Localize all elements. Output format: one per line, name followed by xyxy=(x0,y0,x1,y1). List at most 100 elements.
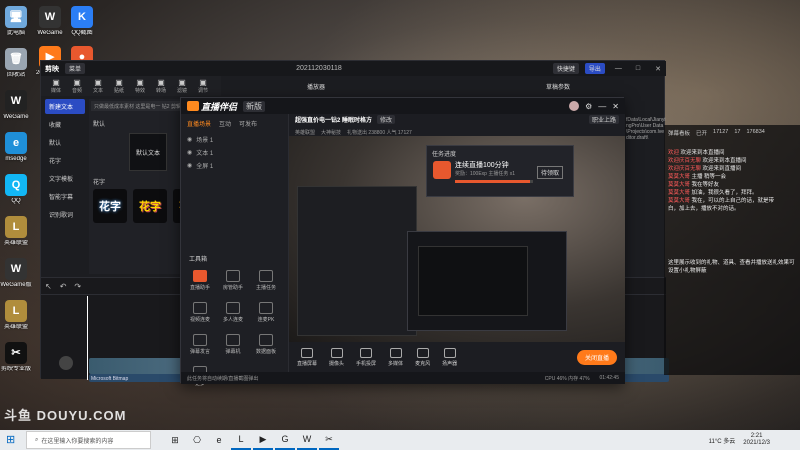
toolbar-tab-音频[interactable]: ▣ 音频 xyxy=(68,78,86,94)
close-icon[interactable]: ✕ xyxy=(650,65,666,73)
taskbar-app-icon[interactable]: W xyxy=(297,430,317,450)
tool-icon xyxy=(259,270,273,282)
tool-item[interactable]: 弹幕发言 xyxy=(187,334,213,355)
tool-item[interactable]: 直播助手 xyxy=(187,270,213,291)
taskbar-app-icon[interactable]: G xyxy=(275,430,295,450)
scene-item[interactable]: ◉ 场景 1 xyxy=(181,133,288,146)
app-icon: L xyxy=(5,300,27,322)
chat-text: 白，加上去，播放不对的话。 xyxy=(668,206,740,212)
toolbar-tab-贴纸[interactable]: ▣ 贴纸 xyxy=(110,78,128,94)
fancy-text-template-1[interactable]: 花字 xyxy=(93,189,127,223)
taskbar-app-icon[interactable]: ⎔ xyxy=(187,430,207,450)
desktop-icon[interactable]: L 英雄联盟 xyxy=(0,216,32,247)
source-button[interactable]: 摄像头 xyxy=(329,347,344,367)
sidebar-item[interactable]: 收藏 xyxy=(45,117,85,132)
desktop-icon[interactable]: 🖥 此电脑 xyxy=(0,6,32,37)
tool-item[interactable]: 房管助手 xyxy=(220,270,246,291)
select-tool-icon[interactable]: ↖ xyxy=(45,282,52,291)
source-button[interactable]: 手机投屏 xyxy=(356,347,377,367)
maximize-icon[interactable]: □ xyxy=(632,65,644,72)
sidebar-item[interactable]: 识别歌词 xyxy=(45,207,85,222)
weather-widget[interactable]: 11°C 多云 xyxy=(709,436,744,445)
desktop-icon[interactable]: W WeGame xyxy=(0,90,32,121)
desktop-icon[interactable]: 🗑 回收站 xyxy=(0,48,32,79)
sidebar-item[interactable]: 文字模板 xyxy=(45,171,85,186)
sidebar-item[interactable]: 新建文本 xyxy=(45,99,85,114)
desktop-icon[interactable]: W WeGame版 xyxy=(0,258,32,289)
taskbar-app-icon[interactable]: e xyxy=(209,430,229,450)
avatar[interactable] xyxy=(569,101,580,111)
tool-item[interactable]: 弹幕机 xyxy=(220,334,246,355)
taskbar-app-icon[interactable]: ✂ xyxy=(319,430,339,450)
scene-tab[interactable]: 互动 xyxy=(219,119,231,128)
tool-item[interactable]: 数据面板 xyxy=(253,334,279,355)
toolbar-tab-滤镜[interactable]: ▣ 滤镜 xyxy=(173,78,191,94)
sidebar-item[interactable]: 默认 xyxy=(45,135,85,150)
toolbar-tab-label: 贴纸 xyxy=(113,88,124,94)
toolbar-tab-媒体[interactable]: ▣ 媒体 xyxy=(47,78,65,94)
tool-item[interactable]: 主播任务 xyxy=(253,270,279,291)
chat-username: 欢迎庆百无聊 xyxy=(668,166,703,172)
toolbar-tab-特效[interactable]: ▣ 特效 xyxy=(131,78,149,94)
scene-panel: 直播场景 互动 可发布 ◉ 场景 1 ◉ 文本 1 ◉ 全屏 1 工具箱 直播助手 房管助手 主播… xyxy=(181,114,289,387)
fancy-text-template-2[interactable]: 花字 xyxy=(133,189,167,223)
source-button[interactable]: 扬声器 xyxy=(442,347,457,367)
chat-messages: 欢迎 欢迎来到本直播间 欢迎庆百无聊 欢迎来到本直播间 欢迎庆百无聊 欢迎来到直播间… xyxy=(664,149,800,213)
close-icon[interactable]: ✕ xyxy=(612,102,619,111)
eye-icon[interactable]: ◉ xyxy=(187,162,192,169)
minimize-icon[interactable]: — xyxy=(611,65,626,72)
eye-icon[interactable]: ◉ xyxy=(187,149,192,156)
preview-nested-editor xyxy=(297,186,417,336)
playhead[interactable] xyxy=(87,296,88,380)
edit-room-button[interactable]: 修改 xyxy=(377,114,396,124)
eye-icon[interactable]: ◉ xyxy=(187,136,192,143)
tool-label: 弹幕发言 xyxy=(189,349,210,355)
editor-menu-button[interactable]: 菜单 xyxy=(65,63,86,74)
desktop-icon[interactable]: ✂ 剪映专业版 xyxy=(0,342,32,373)
desktop-icon[interactable]: e msedge xyxy=(0,132,32,163)
source-button[interactable]: 直播屏幕 xyxy=(297,347,317,367)
undo-icon[interactable]: ↶ xyxy=(60,282,67,291)
tool-item[interactable]: 连麦PK xyxy=(253,302,279,323)
scene-tab[interactable]: 可发布 xyxy=(239,119,257,128)
editor-toolbar: ▣ 媒体 ▣ 音频 ▣ 文本 ▣ 贴纸 ▣ 特效 ▣ 转场 ▣ 滤镜 ▣ 调节 xyxy=(41,76,221,96)
tool-item[interactable]: 视频连麦 xyxy=(187,302,213,323)
minimize-icon[interactable]: — xyxy=(598,102,606,111)
scene-item[interactable]: ◉ 文本 1 xyxy=(181,146,288,159)
claim-button[interactable]: 待领取 xyxy=(537,166,564,179)
source-button[interactable]: 多媒体 xyxy=(388,347,403,367)
chat-header-item: 176834 xyxy=(746,129,765,135)
source-label: 手机投屏 xyxy=(356,360,377,367)
taskbar-search-input[interactable]: ⌕ 在这里输入你要搜索的内容 xyxy=(26,431,151,449)
taskbar-app-icon[interactable]: ▶ xyxy=(253,430,273,450)
shortcut-button[interactable]: 快捷键 xyxy=(552,63,579,74)
sidebar-item[interactable]: 智能字幕 xyxy=(45,189,85,204)
scene-item[interactable]: ◉ 全屏 1 xyxy=(181,159,288,172)
desktop-icon[interactable]: L 英雄联盟 xyxy=(0,300,32,331)
tool-item[interactable]: 多人连麦 xyxy=(220,302,246,323)
export-button[interactable]: 导出 xyxy=(584,63,605,74)
room-online-tag[interactable]: 职业上路 xyxy=(588,114,619,124)
desktop-icon[interactable]: W WeGame xyxy=(34,6,66,37)
sidebar-item[interactable]: 花字 xyxy=(45,153,85,168)
taskbar-app-icon[interactable]: L xyxy=(231,430,251,450)
toolbar-tab-文本[interactable]: ▣ 文本 xyxy=(89,78,107,94)
tool-icon xyxy=(226,302,240,314)
default-text-template[interactable]: 默认文本 xyxy=(129,133,167,171)
taskbar-clock[interactable]: 2:21 2021/12/3 xyxy=(743,433,800,447)
toolbar-tab-icon: ▣ xyxy=(73,78,81,87)
source-icon xyxy=(416,347,429,358)
toolbar-tab-转场[interactable]: ▣ 转场 xyxy=(152,78,170,94)
settings-gear-icon[interactable]: ⚙ xyxy=(585,102,592,111)
toolbar-tab-调节[interactable]: ▣ 调节 xyxy=(194,78,212,94)
start-menu-icon[interactable]: ⊞ xyxy=(6,433,15,446)
start-live-button[interactable]: 关闭直播 xyxy=(576,349,617,365)
status-bar: 此任务将自动续期/直播截图弹出 CPU 46% 内存 47% 01:42:45 xyxy=(181,372,625,384)
desktop-icon[interactable]: K QQ截图 xyxy=(66,6,98,37)
desktop-icon[interactable]: Q QQ xyxy=(0,174,32,205)
taskbar-app-icon[interactable]: ⊞ xyxy=(165,430,185,450)
track-lock-icon[interactable] xyxy=(59,356,73,370)
redo-icon[interactable]: ↷ xyxy=(74,282,81,291)
source-button[interactable]: 麦克风 xyxy=(415,347,430,367)
scene-tab[interactable]: 直播场景 xyxy=(187,119,211,128)
